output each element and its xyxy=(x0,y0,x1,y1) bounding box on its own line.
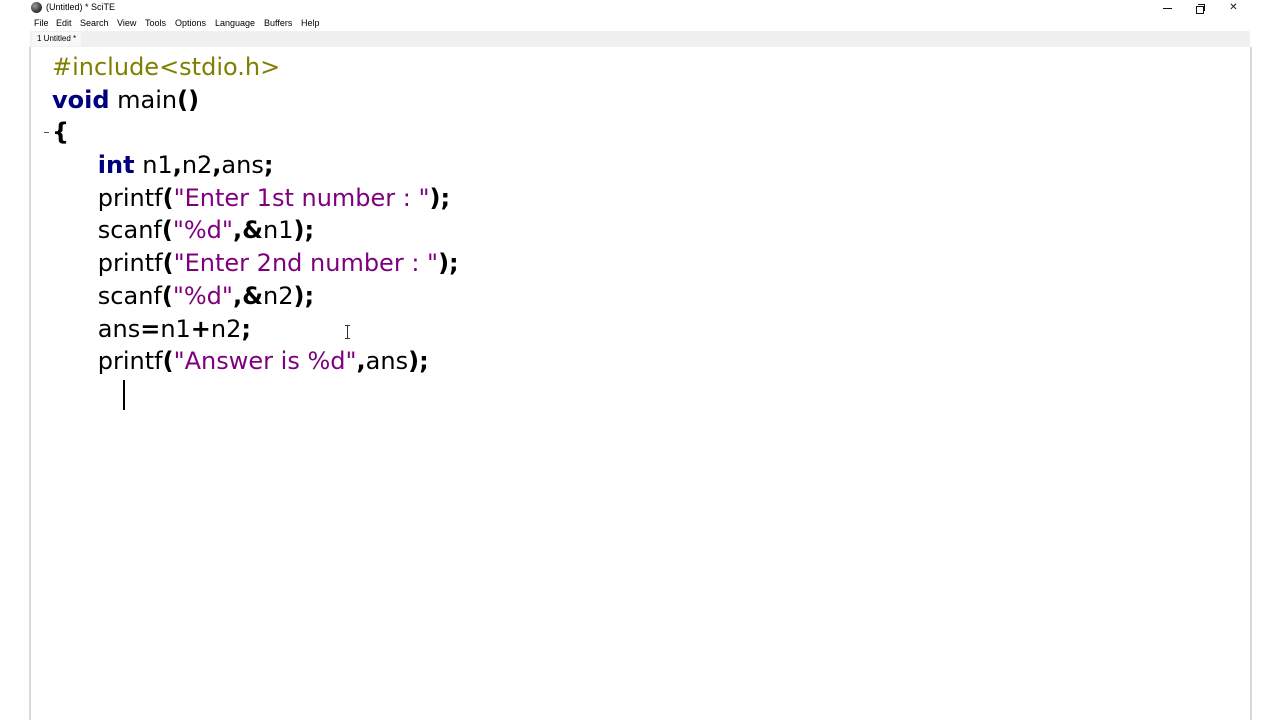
code-line[interactable] xyxy=(52,378,459,411)
code-token: n1 xyxy=(134,151,173,180)
code-token: ); xyxy=(408,347,429,376)
menu-bar: File Edit Search View Tools Options Lang… xyxy=(0,16,1280,31)
code-token: ans xyxy=(221,151,264,180)
code-token: () xyxy=(177,85,200,114)
code-token: "%d" xyxy=(172,281,233,310)
code-token: n1 xyxy=(160,314,191,343)
code-token: printf xyxy=(97,183,163,212)
menu-view[interactable]: View xyxy=(117,18,136,28)
code-line[interactable]: #include<stdio.h> xyxy=(52,51,459,84)
code-token: void xyxy=(52,85,110,114)
code-token: main xyxy=(109,85,178,114)
code-token: ( xyxy=(161,216,173,245)
code-token: + xyxy=(190,314,211,343)
fold-margin[interactable] xyxy=(31,47,51,720)
ibeam-cursor-icon xyxy=(344,325,352,339)
code-token: = xyxy=(140,314,161,343)
code-token: printf xyxy=(97,347,163,376)
code-token: scanf xyxy=(97,281,162,310)
code-token: { xyxy=(52,118,70,147)
code-token: n2 xyxy=(181,151,213,180)
code-editor[interactable]: #include<stdio.h> void main(){ int n1,n2,… xyxy=(31,47,1250,720)
close-button[interactable]: ✕ xyxy=(1217,0,1250,16)
code-line[interactable]: { xyxy=(52,116,459,149)
code-token: , xyxy=(356,347,366,376)
code-token: ); xyxy=(293,281,315,310)
title-bar[interactable]: (Untitled) * SciTE ✕ xyxy=(0,0,1280,16)
code-token: printf xyxy=(97,249,163,278)
code-token: , xyxy=(172,151,182,180)
code-token: scanf xyxy=(97,216,162,245)
menu-help[interactable]: Help xyxy=(301,18,320,28)
minimize-button[interactable] xyxy=(1151,0,1184,16)
code-line[interactable]: ans=n1+n2; xyxy=(52,313,459,346)
code-token: "Enter 2nd number : " xyxy=(173,249,439,278)
code-token: ( xyxy=(162,183,174,212)
fold-marker-icon[interactable] xyxy=(44,132,49,133)
code-token: #include<stdio.h> xyxy=(52,53,281,81)
code-token: ( xyxy=(162,347,174,376)
close-icon: ✕ xyxy=(1229,2,1238,13)
text-caret xyxy=(123,380,125,410)
restore-button[interactable] xyxy=(1184,0,1217,16)
code-token: n1 xyxy=(263,216,294,245)
window-title: (Untitled) * SciTE xyxy=(46,2,116,12)
left-panel xyxy=(0,31,30,720)
code-line[interactable]: printf("Enter 1st number : "); xyxy=(52,182,459,215)
tab-untitled[interactable]: 1 Untitled * xyxy=(32,32,82,46)
menu-search[interactable]: Search xyxy=(80,18,109,28)
code-token: ); xyxy=(429,183,451,212)
code-token: ; xyxy=(263,151,274,180)
code-token: n2 xyxy=(263,281,294,310)
code-line[interactable]: void main() xyxy=(52,84,459,117)
menu-edit[interactable]: Edit xyxy=(56,18,72,28)
editor-right-border xyxy=(1250,47,1252,720)
minimize-icon xyxy=(1163,7,1172,9)
menu-tools[interactable]: Tools xyxy=(145,18,166,28)
code-token: ans xyxy=(97,314,141,343)
code-line[interactable]: scanf("%d",&n2); xyxy=(52,280,459,313)
code-token: ; xyxy=(241,314,251,343)
code-line[interactable]: int n1,n2,ans; xyxy=(52,149,459,182)
menu-file[interactable]: File xyxy=(34,18,49,28)
code-line[interactable]: printf("Enter 2nd number : "); xyxy=(52,247,459,280)
scite-window: (Untitled) * SciTE ✕ File Edit Search Vi… xyxy=(0,0,1280,720)
tab-bar: 1 Untitled * xyxy=(30,31,1250,47)
code-token: ans xyxy=(365,347,409,376)
code-token: ( xyxy=(162,249,174,278)
code-token: n2 xyxy=(210,314,242,343)
menu-buffers[interactable]: Buffers xyxy=(264,18,292,28)
code-token: ); xyxy=(293,216,315,245)
code-line[interactable]: scanf("%d",&n1); xyxy=(52,214,459,247)
code-token: ); xyxy=(438,249,459,278)
code-token: ,& xyxy=(232,216,263,245)
code-token: "%d" xyxy=(172,216,233,245)
scite-app-icon[interactable] xyxy=(31,2,42,13)
restore-icon xyxy=(1196,3,1205,14)
code-token: ,& xyxy=(232,281,263,310)
code-token: "Answer is %d" xyxy=(173,347,357,376)
menu-language[interactable]: Language xyxy=(215,18,255,28)
code-token: int xyxy=(97,151,135,180)
menu-options[interactable]: Options xyxy=(175,18,206,28)
code-token: "Enter 1st number : " xyxy=(173,183,430,212)
code-token: ( xyxy=(161,281,173,310)
code-line[interactable]: printf("Answer is %d",ans); xyxy=(52,345,459,378)
code-area[interactable]: #include<stdio.h> void main(){ int n1,n2,… xyxy=(52,51,459,411)
